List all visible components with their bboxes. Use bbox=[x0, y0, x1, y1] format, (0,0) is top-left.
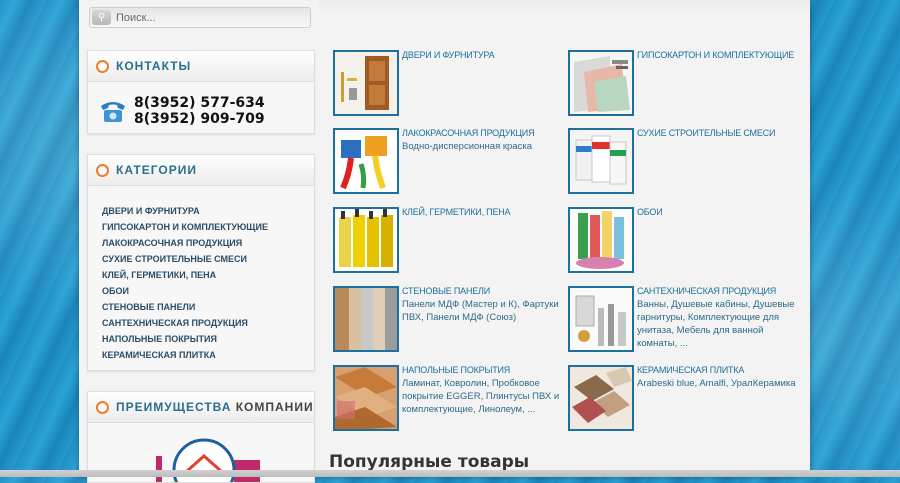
dry-mix-image[interactable] bbox=[568, 128, 634, 194]
advantages-title-part2: КОМПАНИИ bbox=[235, 400, 314, 414]
category-link[interactable]: ДВЕРИ И ФУРНИТУРА bbox=[102, 203, 268, 219]
search-icon[interactable]: ⚲ bbox=[92, 10, 111, 25]
category-title[interactable]: СУХИЕ СТРОИТЕЛЬНЫЕ СМЕСИ bbox=[637, 128, 775, 138]
paint-image[interactable] bbox=[333, 128, 399, 194]
contacts-header: КОНТАКТЫ bbox=[88, 51, 314, 82]
category-link[interactable]: ЛАКОКРАСОЧНАЯ ПРОДУКЦИЯ bbox=[102, 235, 268, 251]
tiles-image[interactable] bbox=[568, 365, 634, 431]
contacts-widget: КОНТАКТЫ 8(3952) 577-634 8(3952) 909-709 bbox=[87, 50, 315, 134]
category-card[interactable]: СУХИЕ СТРОИТЕЛЬНЫЕ СМЕСИ bbox=[568, 128, 798, 198]
advantages-title-part1: ПРЕИМУЩЕСТВА bbox=[116, 400, 232, 414]
category-link[interactable]: СУХИЕ СТРОИТЕЛЬНЫЕ СМЕСИ bbox=[102, 251, 268, 267]
categories-list: ДВЕРИ И ФУРНИТУРА ГИПСОКАРТОН И КОМПЛЕКТ… bbox=[102, 203, 268, 363]
phone-number-2[interactable]: 8(3952) 909-709 bbox=[134, 111, 265, 127]
category-card[interactable]: НАПОЛЬНЫЕ ПОКРЫТИЯ Ламинат, Ковролин, Пр… bbox=[333, 365, 563, 435]
left-sidebar: ⚲ КОНТАКТЫ 8(3952) 577-634 8(3952) 909-7… bbox=[79, 0, 319, 483]
category-card[interactable]: ДВЕРИ И ФУРНИТУРА bbox=[333, 50, 563, 120]
wallpaper-image[interactable] bbox=[568, 207, 634, 273]
ring-icon bbox=[96, 401, 109, 414]
category-card[interactable]: КЛЕЙ, ГЕРМЕТИКИ, ПЕНА bbox=[333, 207, 563, 277]
phone-number-1[interactable]: 8(3952) 577-634 bbox=[134, 95, 265, 111]
drywall-image[interactable] bbox=[568, 50, 634, 116]
category-desc: Ванны, Душевые кабины, Душевые гарнитуры… bbox=[637, 299, 795, 349]
browser-bottom-bar bbox=[0, 470, 900, 477]
category-desc: Ламинат, Ковролин, Пробковое покрытие EG… bbox=[402, 378, 560, 415]
category-title[interactable]: САНТЕХНИЧЕСКАЯ ПРОДУКЦИЯ bbox=[637, 286, 776, 296]
category-card[interactable]: КЕРАМИЧЕСКАЯ ПЛИТКА Arabeski blue, Amalf… bbox=[568, 365, 798, 435]
category-card[interactable]: ОБОИ bbox=[568, 207, 798, 277]
category-card[interactable]: СТЕНОВЫЕ ПАНЕЛИ Панели МДФ (Мастер и К),… bbox=[333, 286, 563, 356]
category-link[interactable]: ОБОИ bbox=[102, 283, 268, 299]
category-desc: Водно-дисперсионная краска bbox=[402, 141, 532, 152]
phone-icon bbox=[101, 102, 125, 122]
categories-title: КАТЕГОРИИ bbox=[116, 163, 197, 177]
categories-widget: КАТЕГОРИИ ДВЕРИ И ФУРНИТУРА ГИПСОКАРТОН … bbox=[87, 154, 315, 371]
category-title[interactable]: ГИПСОКАРТОН И КОМПЛЕКТУЮЩИЕ bbox=[637, 50, 794, 60]
category-link[interactable]: ГИПСОКАРТОН И КОМПЛЕКТУЮЩИЕ bbox=[102, 219, 268, 235]
sealant-image[interactable] bbox=[333, 207, 399, 273]
category-title[interactable]: СТЕНОВЫЕ ПАНЕЛИ bbox=[402, 286, 490, 296]
category-title[interactable]: НАПОЛЬНЫЕ ПОКРЫТИЯ bbox=[402, 365, 510, 375]
advantages-title: ПРЕИМУЩЕСТВА КОМПАНИИ bbox=[116, 400, 314, 414]
category-card[interactable]: ЛАКОКРАСОЧНАЯ ПРОДУКЦИЯ Водно-дисперсион… bbox=[333, 128, 563, 198]
category-title[interactable]: КЕРАМИЧЕСКАЯ ПЛИТКА bbox=[637, 365, 744, 375]
category-link[interactable]: САНТЕХНИЧЕСКАЯ ПРОДУКЦИЯ bbox=[102, 315, 268, 331]
search-box: ⚲ bbox=[89, 7, 311, 28]
category-title[interactable]: ОБОИ bbox=[637, 207, 663, 217]
flooring-image[interactable] bbox=[333, 365, 399, 431]
ring-icon bbox=[96, 60, 109, 73]
category-desc: Панели МДФ (Мастер и К), Фартуки ПВХ, Па… bbox=[402, 299, 559, 323]
plumbing-image[interactable] bbox=[568, 286, 634, 352]
doors-image[interactable] bbox=[333, 50, 399, 116]
category-title[interactable]: ЛАКОКРАСОЧНАЯ ПРОДУКЦИЯ bbox=[402, 128, 535, 138]
category-link[interactable]: СТЕНОВЫЕ ПАНЕЛИ bbox=[102, 299, 268, 315]
contacts-title: КОНТАКТЫ bbox=[116, 59, 192, 73]
category-title[interactable]: КЛЕЙ, ГЕРМЕТИКИ, ПЕНА bbox=[402, 207, 511, 217]
page-container: ⚲ КОНТАКТЫ 8(3952) 577-634 8(3952) 909-7… bbox=[79, 0, 810, 483]
category-link[interactable]: КЛЕЙ, ГЕРМЕТИКИ, ПЕНА bbox=[102, 267, 268, 283]
category-desc: Arabeski blue, Amalfi, УралКерамика bbox=[637, 378, 796, 389]
popular-products-heading: Популярные товары bbox=[329, 452, 530, 472]
category-title[interactable]: ДВЕРИ И ФУРНИТУРА bbox=[402, 50, 495, 60]
wall-panels-image[interactable] bbox=[333, 286, 399, 352]
categories-header: КАТЕГОРИИ bbox=[88, 155, 314, 186]
category-card[interactable]: САНТЕХНИЧЕСКАЯ ПРОДУКЦИЯ Ванны, Душевые … bbox=[568, 286, 798, 356]
category-link[interactable]: НАПОЛЬНЫЕ ПОКРЫТИЯ bbox=[102, 331, 268, 347]
category-link[interactable]: КЕРАМИЧЕСКАЯ ПЛИТКА bbox=[102, 347, 268, 363]
advantages-header: ПРЕИМУЩЕСТВА КОМПАНИИ bbox=[88, 392, 314, 423]
top-strip bbox=[319, 0, 810, 14]
ring-icon bbox=[96, 164, 109, 177]
search-input[interactable] bbox=[116, 10, 301, 25]
category-card[interactable]: ГИПСОКАРТОН И КОМПЛЕКТУЮЩИЕ bbox=[568, 50, 798, 120]
